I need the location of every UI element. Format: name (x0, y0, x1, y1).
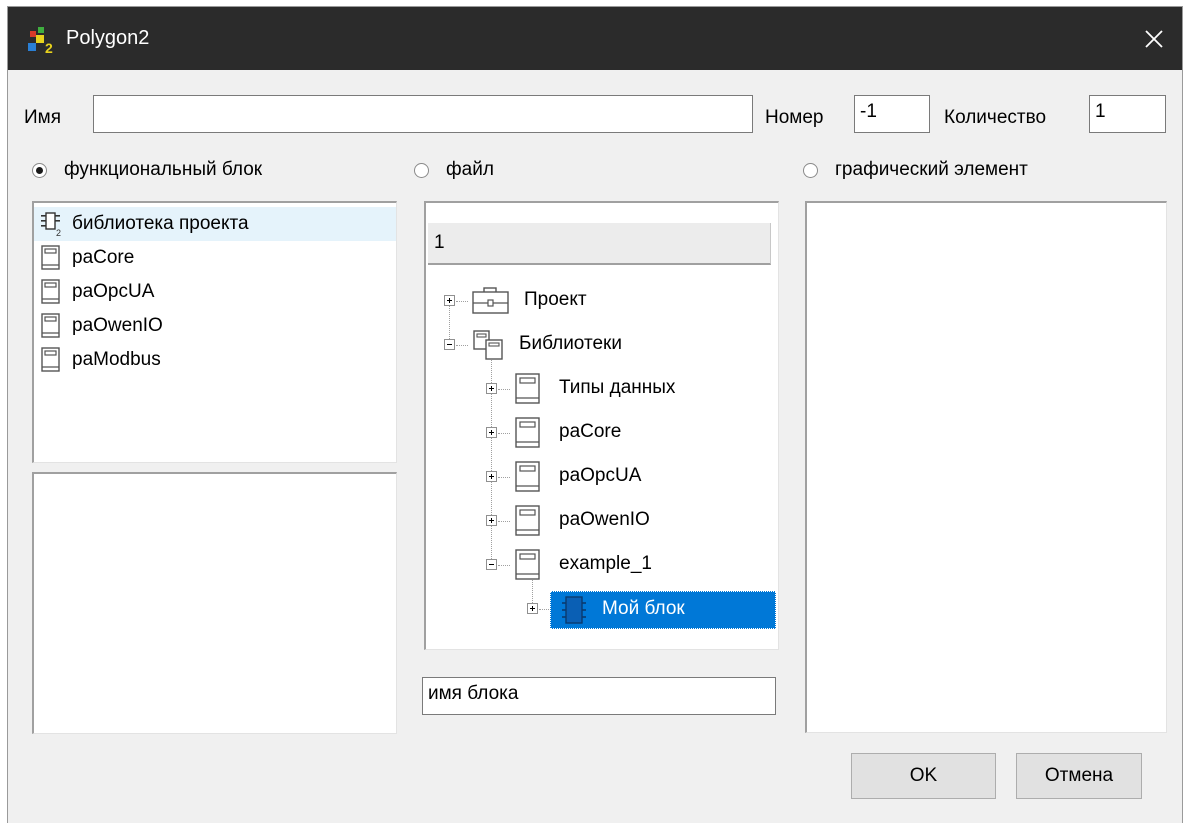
project-briefcase-icon (472, 287, 509, 314)
list-item[interactable]: paCore (34, 241, 134, 275)
tree-node-label: example_1 (559, 553, 652, 574)
tree-node-project[interactable]: Проект (426, 283, 776, 319)
library-book-icon (41, 347, 60, 372)
description-box[interactable] (32, 472, 397, 734)
number-label: Номер (765, 107, 824, 128)
library-book-icon (515, 373, 540, 404)
tree-column-header[interactable]: 1 (428, 223, 771, 265)
radio-graphic-element-label[interactable]: графический элемент (835, 158, 1028, 182)
tree-node-label: Типы данных (559, 377, 676, 398)
function-block-icon (562, 596, 586, 624)
block-tree[interactable]: 1 Проект Библиотеки Типы данных paCore p… (424, 201, 779, 650)
tree-connector (498, 433, 510, 434)
tree-node-data-types[interactable]: Типы данных (426, 371, 776, 407)
tree-connector (498, 565, 510, 566)
library-book-icon (515, 417, 540, 448)
project-library-icon: 2 (41, 212, 61, 237)
radio-file-dot[interactable] (414, 163, 429, 178)
library-book-icon (41, 313, 60, 338)
expand-icon[interactable] (486, 471, 497, 482)
title-bar[interactable]: 2 Polygon2 (8, 7, 1182, 70)
app-icon: 2 (28, 27, 53, 55)
name-label: Имя (24, 107, 62, 128)
tree-node-libraries[interactable]: Библиотеки (426, 327, 776, 363)
tree-node-my-block[interactable]: Мой блок (426, 591, 776, 629)
expand-icon[interactable] (486, 515, 497, 526)
collapse-icon[interactable] (444, 339, 455, 350)
tree-connector (498, 521, 510, 522)
dialog-window: 2 Polygon2 Имя Номер -1 Количество 1 фун… (8, 7, 1182, 823)
library-book-icon (41, 279, 60, 304)
library-book-icon (515, 505, 540, 536)
tree-node-label: paCore (559, 421, 622, 442)
tree-connector (456, 345, 468, 346)
tree-connector (498, 477, 510, 478)
number-input[interactable]: -1 (854, 95, 930, 133)
count-input[interactable]: 1 (1089, 95, 1166, 133)
list-item[interactable]: paOwenIO (34, 309, 163, 343)
svg-text:2: 2 (56, 228, 61, 237)
count-label: Количество (944, 107, 1047, 128)
tree-node-label: Проект (524, 289, 587, 310)
list-item-label: paCore (72, 247, 135, 268)
tree-node-label: paOwenIO (559, 509, 650, 530)
window-title: Polygon2 (66, 27, 150, 49)
radio-file-label[interactable]: файл (446, 158, 494, 182)
library-book-icon (515, 461, 540, 492)
tree-node-label: Библиотеки (519, 333, 622, 354)
graphic-element-box[interactable] (805, 201, 1167, 733)
svg-text:2: 2 (45, 40, 53, 55)
list-item[interactable]: paOpcUA (34, 275, 154, 309)
tree-node-paopcua[interactable]: paOpcUA (426, 459, 776, 495)
tree-connector (539, 609, 549, 610)
expand-icon[interactable] (527, 603, 538, 614)
tree-node-example-1[interactable]: example_1 (426, 547, 776, 583)
list-item[interactable]: paModbus (34, 343, 161, 377)
ok-button[interactable]: OK (851, 753, 996, 799)
tree-node-label: Мой блок (602, 598, 685, 619)
list-item-label: paOwenIO (72, 315, 163, 336)
list-item[interactable]: 2 библиотека проекта (34, 207, 396, 241)
close-icon (1145, 29, 1163, 48)
radio-function-block-dot[interactable] (32, 163, 47, 178)
library-book-icon (515, 549, 540, 580)
list-item-label: библиотека проекта (72, 213, 249, 234)
cancel-button[interactable]: Отмена (1016, 753, 1142, 799)
radio-function-block-label[interactable]: функциональный блок (64, 158, 262, 182)
tree-connector (498, 389, 510, 390)
name-input[interactable] (93, 95, 753, 133)
library-book-icon (41, 245, 60, 270)
list-item-label: paModbus (72, 349, 161, 370)
expand-icon[interactable] (486, 427, 497, 438)
expand-icon[interactable] (486, 383, 497, 394)
expand-icon[interactable] (444, 295, 455, 306)
tree-node-paowenio[interactable]: paOwenIO (426, 503, 776, 539)
tree-connector (456, 301, 468, 302)
block-name-input[interactable]: имя блока (422, 677, 776, 715)
tree-node-label: paOpcUA (559, 465, 642, 486)
libraries-icon (473, 330, 503, 360)
collapse-icon[interactable] (486, 559, 497, 570)
radio-graphic-element-dot[interactable] (803, 163, 818, 178)
library-list[interactable]: 2 библиотека проекта paCore paOpcUA paOw… (32, 201, 397, 463)
list-item-label: paOpcUA (72, 281, 155, 302)
close-button[interactable] (1126, 7, 1182, 70)
tree-node-pacore[interactable]: paCore (426, 415, 776, 451)
